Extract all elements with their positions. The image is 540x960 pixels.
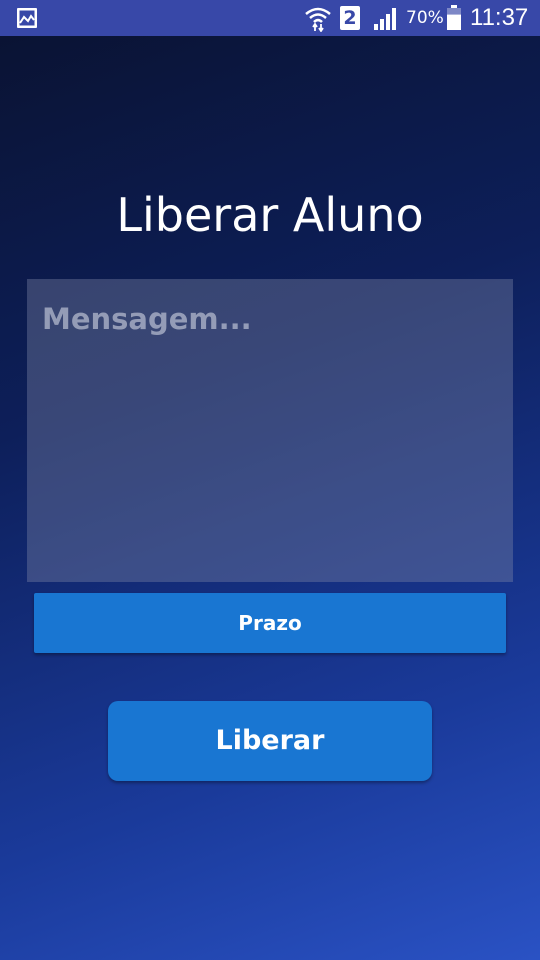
prazo-button[interactable]: Prazo [34, 593, 506, 653]
page-title: Liberar Aluno [116, 188, 424, 242]
gallery-icon [16, 7, 38, 29]
message-input[interactable] [27, 279, 513, 582]
sim-slot-badge: 2 [340, 6, 360, 30]
battery-icon [446, 5, 462, 31]
liberar-button[interactable]: Liberar [108, 701, 432, 781]
status-bar: 2 70% 11:37 [0, 0, 540, 36]
battery-percentage: 70% [406, 8, 444, 28]
signal-icon [372, 6, 400, 30]
clock: 11:37 [470, 4, 529, 31]
wifi-icon [304, 4, 332, 33]
